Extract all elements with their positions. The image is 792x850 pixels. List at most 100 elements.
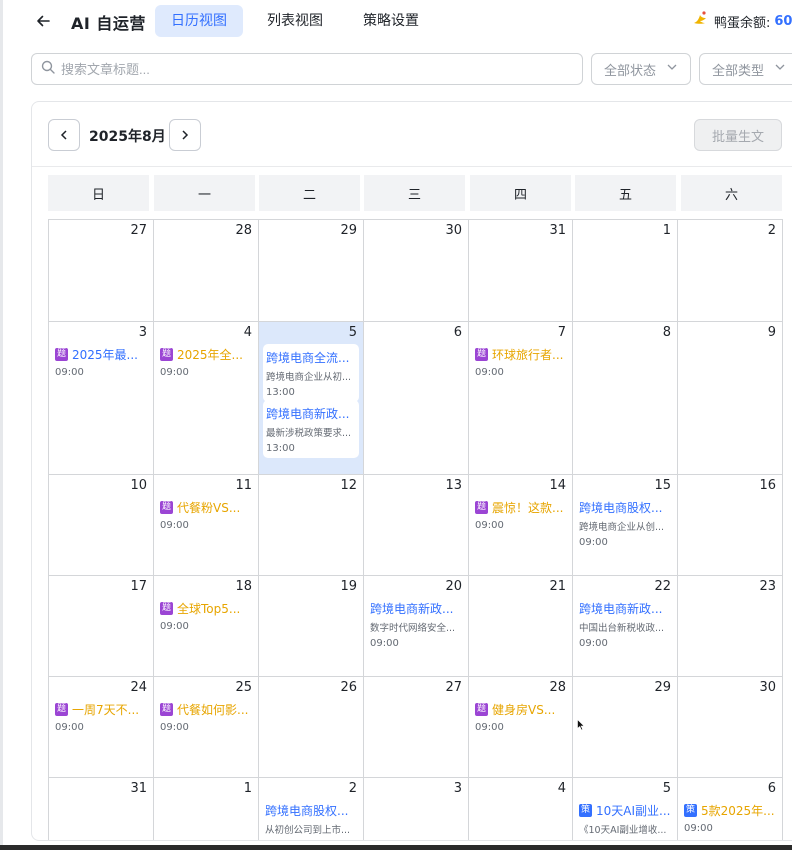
day-number: 7 <box>557 325 566 340</box>
calendar-day-cell[interactable]: 19 <box>259 576 364 677</box>
balance-label: 鸭蛋余额: <box>714 15 771 31</box>
calendar-event[interactable]: 题环球旅行者... 09:00 <box>475 346 569 378</box>
event-time: 09:00 <box>370 638 399 649</box>
calendar-event[interactable]: 题代餐如何影... 09:00 <box>160 701 254 733</box>
calendar-day-cell[interactable]: 11 题代餐粉VS... 09:00 <box>154 475 259 576</box>
calendar-day-cell[interactable]: 18 题全球Top5... 09:00 <box>154 576 259 677</box>
tab-list-view[interactable]: 列表视图 <box>251 5 339 37</box>
calendar-day-cell[interactable]: 31 <box>49 778 154 840</box>
calendar-day-cell[interactable]: 6 策 5款2025年... 09:00 <box>678 778 783 840</box>
calendar-day-cell[interactable]: 7 题环球旅行者... 09:00 <box>469 322 573 475</box>
calendar-day-cell[interactable]: 26 <box>259 677 364 778</box>
calendar-day-cell[interactable]: 12 <box>259 475 364 576</box>
calendar-event[interactable]: 题 2025年全... 09:00 <box>160 346 254 378</box>
calendar-day-cell[interactable]: 4 <box>469 778 573 840</box>
calendar-event[interactable]: 跨境电商股权... 从初创公司到上市... <box>265 802 359 836</box>
calendar-day-cell[interactable]: 31 <box>469 220 573 322</box>
calendar-day-cell[interactable]: 3 题 2025年最... 09:00 <box>49 322 154 475</box>
calendar-event[interactable]: 策 5款2025年... 09:00 <box>684 802 778 834</box>
calendar-day-cell[interactable]: 5 策 10天AI副业... 《10天AI副业增收... <box>573 778 678 840</box>
event-time: 13:00 <box>266 387 295 398</box>
event-time: 09:00 <box>160 520 189 531</box>
calendar-event[interactable]: 跨境电商新政... 中国出台新税收政... 09:00 <box>579 600 673 649</box>
calendar-day-cell[interactable]: 2 <box>678 220 783 322</box>
tab-calendar-view[interactable]: 日历视图 <box>155 5 243 37</box>
calendar-day-cell[interactable]: 4 题 2025年全... 09:00 <box>154 322 259 475</box>
calendar-event[interactable]: 题健身房VS... 09:00 <box>475 701 569 733</box>
calendar-day-cell[interactable]: 3 <box>364 778 469 840</box>
calendar-day-cell[interactable]: 1 <box>573 220 678 322</box>
search-box[interactable] <box>31 53 583 85</box>
calendar-event[interactable]: 跨境电商股权... 跨境电商企业从创... 09:00 <box>579 499 673 548</box>
weekday-label: 五 <box>575 175 676 211</box>
batch-generate-button[interactable]: 批量生文 <box>694 119 782 151</box>
next-month-button[interactable] <box>169 119 201 151</box>
event-description: 中国出台新税收政... <box>579 623 665 634</box>
calendar-day-cell[interactable]: 30 <box>678 677 783 778</box>
event-time: 09:00 <box>55 367 84 378</box>
day-number: 28 <box>235 223 252 238</box>
calendar-day-cell[interactable]: 25 题代餐如何影... 09:00 <box>154 677 259 778</box>
calendar-event[interactable]: 跨境电商新政... 最新涉税政策要求... 13:00 <box>263 400 359 458</box>
day-number: 8 <box>662 325 671 340</box>
calendar-day-cell[interactable]: 29 <box>259 220 364 322</box>
calendar-day-cell[interactable]: 5 跨境电商全流... 跨境电商企业从初... 13:00 跨境电商新政... 最新涉税政… <box>259 322 364 475</box>
calendar-day-cell[interactable]: 9 <box>678 322 783 475</box>
calendar-day-cell[interactable]: 17 <box>49 576 154 677</box>
strategy-badge: 策 <box>579 804 592 817</box>
status-select-value: 全部状态 <box>604 63 657 79</box>
day-number: 2 <box>767 223 776 238</box>
event-title: 全球Top5... <box>177 602 241 616</box>
event-title: 5款2025年... <box>701 804 775 818</box>
calendar-day-cell[interactable]: 8 <box>573 322 678 475</box>
weekday-header: 日一二三四五六 <box>48 175 782 211</box>
calendar-day-cell[interactable]: 13 <box>364 475 469 576</box>
type-select[interactable]: 全部类型 <box>699 53 792 85</box>
topic-badge: 题 <box>55 703 68 716</box>
weekday-label: 三 <box>364 175 465 211</box>
day-number: 3 <box>138 325 147 340</box>
day-number: 1 <box>243 781 252 796</box>
chevron-down-icon <box>774 61 786 77</box>
calendar-event[interactable]: 跨境电商新政... 数字时代网络安全... 09:00 <box>370 600 464 649</box>
calendar-day-cell[interactable]: 27 <box>364 677 469 778</box>
calendar-event[interactable]: 跨境电商全流... 跨境电商企业从初... 13:00 <box>263 344 359 402</box>
status-select[interactable]: 全部状态 <box>591 53 691 85</box>
weekday-label: 六 <box>681 175 782 211</box>
calendar-day-cell[interactable]: 21 <box>469 576 573 677</box>
calendar-day-cell[interactable]: 29 <box>573 677 678 778</box>
calendar-day-cell[interactable]: 28 <box>154 220 259 322</box>
calendar-day-cell[interactable]: 24 题一周7天不... 09:00 <box>49 677 154 778</box>
event-title: 震惊！这款... <box>492 501 564 515</box>
calendar-event[interactable]: 题全球Top5... 09:00 <box>160 600 254 632</box>
event-title: 2025年最... <box>72 348 138 362</box>
calendar-day-cell[interactable]: 16 <box>678 475 783 576</box>
calendar-day-cell[interactable]: 15 跨境电商股权... 跨境电商企业从创... 09:00 <box>573 475 678 576</box>
calendar-day-cell[interactable]: 28 题健身房VS... 09:00 <box>469 677 573 778</box>
calendar-day-cell[interactable]: 1 <box>154 778 259 840</box>
day-number: 2 <box>348 781 357 796</box>
calendar-event[interactable]: 题震惊！这款... 09:00 <box>475 499 569 531</box>
top-bar: AI 自运营 日历视图 列表视图 策略设置 鸭蛋余额: 60 <box>0 0 792 44</box>
calendar-event[interactable]: 题 2025年最... 09:00 <box>55 346 149 378</box>
prev-month-button[interactable] <box>48 119 80 151</box>
calendar-panel: 2025年8月 批量生文 日一二三四五六 27 28 29 30 31 1 2 3 题 2025年… <box>31 101 792 841</box>
calendar-event[interactable]: 策 10天AI副业... 《10天AI副业增收... <box>579 802 673 836</box>
calendar-day-cell[interactable]: 20 跨境电商新政... 数字时代网络安全... 09:00 <box>364 576 469 677</box>
calendar-day-cell[interactable]: 23 <box>678 576 783 677</box>
event-description: 跨境电商企业从创... <box>579 522 665 533</box>
calendar-day-cell[interactable]: 2 跨境电商股权... 从初创公司到上市... <box>259 778 364 840</box>
topic-badge: 题 <box>475 348 488 361</box>
tab-strategy-settings[interactable]: 策略设置 <box>347 5 435 37</box>
calendar-day-cell[interactable]: 27 <box>49 220 154 322</box>
search-input[interactable] <box>61 61 561 77</box>
calendar-event[interactable]: 题代餐粉VS... 09:00 <box>160 499 254 531</box>
balance-value: 60 <box>774 13 792 29</box>
back-arrow-icon[interactable] <box>33 11 53 31</box>
calendar-event[interactable]: 题一周7天不... 09:00 <box>55 701 149 733</box>
calendar-day-cell[interactable]: 14 题震惊！这款... 09:00 <box>469 475 573 576</box>
calendar-day-cell[interactable]: 6 <box>364 322 469 475</box>
calendar-day-cell[interactable]: 30 <box>364 220 469 322</box>
calendar-day-cell[interactable]: 10 <box>49 475 154 576</box>
calendar-day-cell[interactable]: 22 跨境电商新政... 中国出台新税收政... 09:00 <box>573 576 678 677</box>
